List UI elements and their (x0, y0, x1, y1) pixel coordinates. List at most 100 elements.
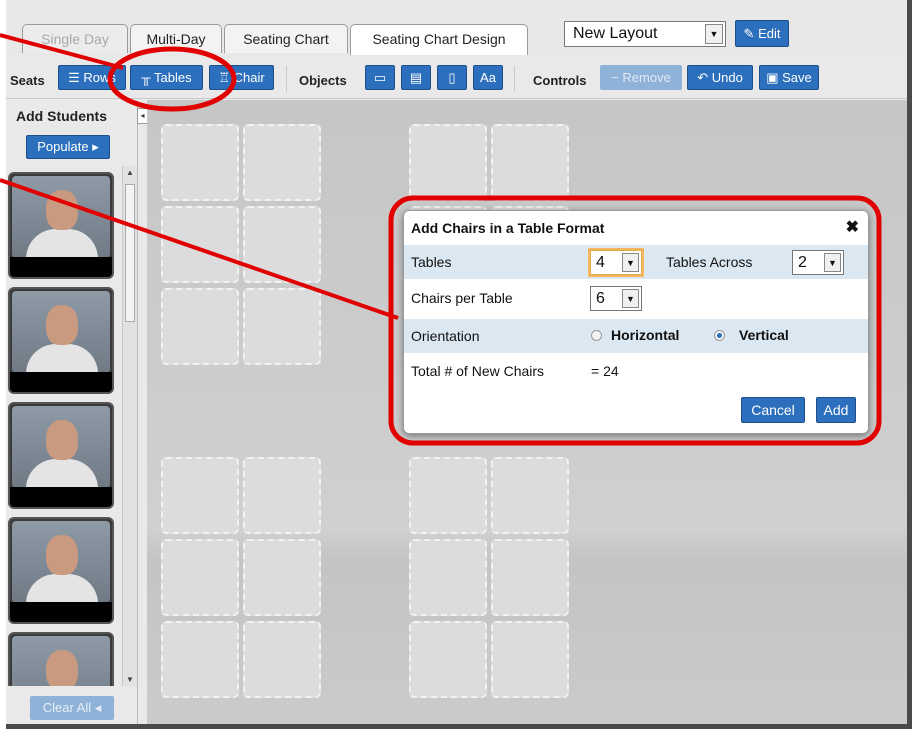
seat-placeholder[interactable] (243, 539, 321, 616)
student-photo[interactable] (8, 287, 114, 394)
tables-across-label: Tables Across (666, 254, 753, 270)
seat-placeholder[interactable] (409, 539, 487, 616)
text-object-label: Aa (480, 70, 496, 85)
tables-button-label: Tables (154, 70, 192, 85)
populate-button[interactable]: Populate ▸ (26, 135, 110, 159)
seat-placeholder[interactable] (491, 457, 569, 534)
cancel-button[interactable]: Cancel (741, 397, 805, 423)
seat-placeholder[interactable] (243, 457, 321, 534)
seat-placeholder[interactable] (409, 124, 487, 201)
tab-seating-chart-design[interactable]: Seating Chart Design (350, 24, 528, 55)
student-list-scrollbar[interactable]: ▲ ▼ (122, 166, 137, 686)
seat-placeholder[interactable] (161, 288, 239, 365)
seat-placeholder[interactable] (243, 124, 321, 201)
tables-row: Tables 4 ▼ Tables Across 2 ▼ (404, 245, 868, 279)
chairs-per-table-row: Chairs per Table 6 ▼ (404, 281, 868, 315)
tables-across-select-value: 2 (798, 254, 807, 271)
tab-multi-day[interactable]: Multi-Day (130, 24, 222, 53)
controls-label: Controls (533, 73, 587, 88)
tables-across-select[interactable]: 2 ▼ (792, 250, 844, 275)
seat-placeholder[interactable] (161, 539, 239, 616)
clear-all-button-label: Clear All (42, 700, 92, 715)
seat-placeholder[interactable] (161, 621, 239, 698)
vertical-radio-label[interactable]: Vertical (739, 327, 789, 343)
clear-all-button[interactable]: Clear All ◂ (30, 696, 114, 720)
save-button-label: Save (782, 70, 812, 85)
horizontal-radio-label[interactable]: Horizontal (611, 327, 679, 343)
desk-object-button[interactable]: ▭ (365, 65, 395, 90)
seats-label: Seats (10, 73, 45, 88)
seat-placeholder[interactable] (161, 206, 239, 283)
chairs-per-table-select-value: 6 (596, 290, 605, 307)
total-label: Total # of New Chairs (411, 363, 545, 379)
student-photo[interactable] (8, 632, 114, 686)
orientation-label: Orientation (411, 328, 480, 344)
layout-select[interactable]: New Layout ▼ (564, 21, 726, 47)
student-photo[interactable] (8, 172, 114, 279)
remove-button[interactable]: − Remove (600, 65, 682, 90)
add-chairs-dialog: Add Chairs in a Table Format ✖ Tables 4 … (403, 210, 869, 434)
projector-icon: ▤ (409, 70, 423, 85)
undo-button-label: Undo (711, 70, 743, 85)
total-value: = 24 (591, 363, 619, 379)
student-photo[interactable] (8, 517, 114, 624)
door-object-button[interactable]: ▯ (437, 65, 467, 90)
chair-button[interactable]: ♖ Chair (209, 65, 274, 90)
rows-icon: ☰ (68, 70, 80, 85)
layout-select-value: New Layout (573, 25, 658, 42)
desk-icon: ▭ (373, 70, 387, 85)
tab-single-day[interactable]: Single Day (22, 24, 128, 53)
seat-placeholder[interactable] (161, 124, 239, 201)
scroll-thumb[interactable] (125, 184, 135, 322)
sidebar-title: Add Students (16, 108, 107, 124)
dialog-title: Add Chairs in a Table Format (411, 220, 605, 236)
total-row: Total # of New Chairs = 24 (404, 354, 868, 388)
student-photo-list[interactable] (6, 166, 118, 686)
toolbar: Seats ☰ Rows ╥ Tables ♖ Chair Objects ▭ … (6, 56, 907, 99)
populate-button-label: Populate (37, 139, 89, 154)
minus-icon: − (611, 70, 619, 85)
undo-button[interactable]: ↶ Undo (687, 65, 753, 90)
chairs-per-table-select[interactable]: 6 ▼ (590, 286, 642, 311)
student-photo[interactable] (8, 402, 114, 509)
projector-object-button[interactable]: ▤ (401, 65, 431, 90)
save-icon: ▣ (766, 70, 779, 85)
horizontal-radio[interactable] (591, 330, 602, 341)
remove-button-label: Remove (622, 70, 671, 85)
undo-icon: ↶ (697, 70, 709, 85)
scroll-up-icon[interactable]: ▲ (126, 168, 134, 177)
save-button[interactable]: ▣ Save (759, 65, 819, 90)
tables-select[interactable]: 4 ▼ (590, 250, 642, 275)
tables-button[interactable]: ╥ Tables (130, 65, 203, 90)
seat-placeholder[interactable] (409, 457, 487, 534)
edit-button-label: Edit (758, 26, 781, 41)
chairs-per-table-label: Chairs per Table (411, 290, 513, 306)
seat-placeholder[interactable] (161, 457, 239, 534)
seat-placeholder[interactable] (491, 621, 569, 698)
chair-icon: ♖ (218, 70, 230, 85)
chevron-down-icon: ▼ (705, 24, 723, 44)
seat-placeholder[interactable] (409, 621, 487, 698)
seat-placeholder[interactable] (491, 124, 569, 201)
objects-label: Objects (299, 73, 347, 88)
orientation-row: Orientation Horizontal Vertical (404, 319, 868, 353)
seat-placeholder[interactable] (243, 288, 321, 365)
seat-placeholder[interactable] (491, 539, 569, 616)
add-button[interactable]: Add (816, 397, 856, 423)
seat-placeholder[interactable] (243, 621, 321, 698)
tables-label: Tables (411, 254, 452, 270)
chevron-down-icon: ▼ (622, 253, 639, 272)
toolbar-divider (514, 66, 515, 92)
door-icon: ▯ (448, 70, 456, 85)
close-icon[interactable]: ✖ (846, 217, 859, 237)
scroll-down-icon[interactable]: ▼ (126, 675, 134, 684)
vertical-radio[interactable] (714, 330, 725, 341)
rows-button-label: Rows (83, 70, 116, 85)
chevron-right-icon: ▸ (92, 139, 99, 154)
chevron-down-icon: ▼ (622, 289, 639, 308)
seat-placeholder[interactable] (243, 206, 321, 283)
rows-button[interactable]: ☰ Rows (58, 65, 126, 90)
text-object-button[interactable]: Aa (473, 65, 503, 90)
edit-button[interactable]: ✎ Edit (735, 20, 789, 47)
tab-seating-chart[interactable]: Seating Chart (224, 24, 348, 53)
